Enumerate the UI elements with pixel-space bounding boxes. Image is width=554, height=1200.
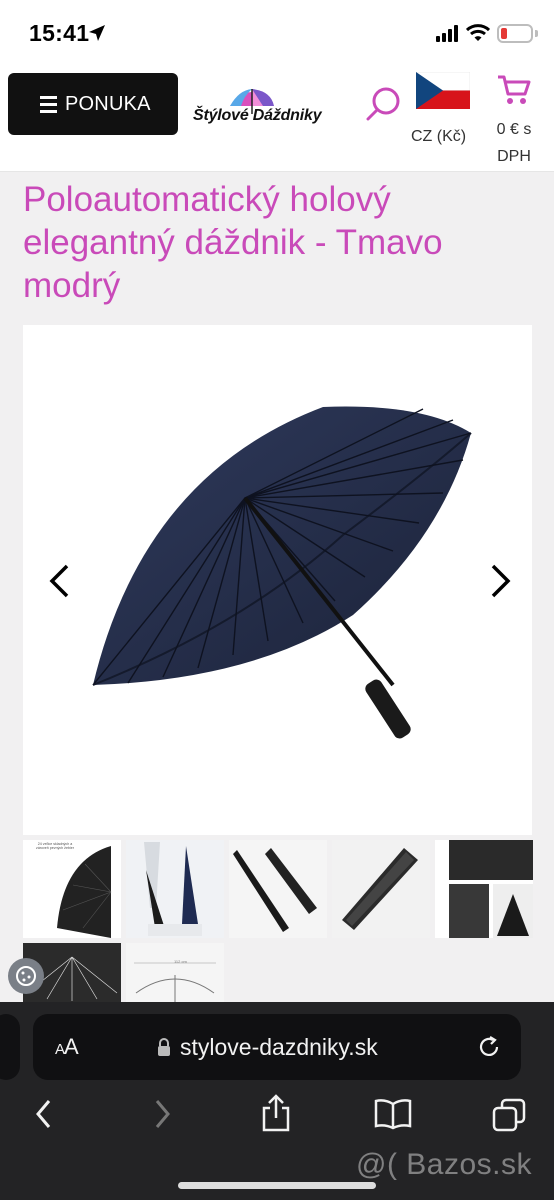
status-bar: 15:41 [0,0,554,66]
reload-icon[interactable] [477,1035,501,1059]
thumbnail-1-image [57,846,112,938]
status-time: 15:41 [29,20,90,46]
watermark: @( Bazos.sk [356,1148,532,1181]
thumbnail-1-caption: 24 veľice skladných a zároveň pevných že… [36,842,74,851]
thumbnail-3-image [229,840,327,938]
cart-total[interactable]: 0 € s DPH [488,116,540,170]
menu-button[interactable]: PONUKA [8,73,178,135]
thumbnail-4-image [332,840,430,938]
product-content: Poloautomatický holový elegantný dáždnik… [0,172,554,1041]
currency-label[interactable]: CZ (Kč) [411,128,466,146]
umbrella-photo [92,406,472,739]
signal-icon [436,25,458,42]
forward-icon[interactable] [152,1098,172,1130]
aa-large: A [64,1034,79,1059]
thumbnail-5-image [435,840,533,938]
reader-settings-button[interactable]: AA [55,1034,79,1060]
thumbnail-5[interactable] [435,840,533,938]
home-indicator [178,1182,376,1189]
aa-small: A [55,1041,65,1058]
browser-toolbar: AA stylove-dazdniky.sk @(Bazos.sk [0,1002,554,1200]
hamburger-icon [40,95,57,113]
cart-icon[interactable] [497,74,531,106]
product-title: Poloautomatický holový elegantný dáždnik… [23,180,443,305]
search-icon[interactable] [366,86,402,122]
location-arrow-icon [89,25,105,41]
site-header: PONUKA Štýlové Dáždniky CZ (Kč) 0 € s DP… [0,66,554,172]
site-logo[interactable]: Štýlové Dáždniky [193,86,333,136]
menu-label: PONUKA [65,92,151,115]
battery-cap [535,30,538,37]
back-icon[interactable] [34,1098,54,1130]
lock-icon [158,1038,170,1056]
chevron-right-icon[interactable] [489,563,513,599]
wifi-icon [466,24,490,41]
tabs-icon[interactable] [492,1098,526,1132]
thumbnail-2[interactable] [126,840,224,938]
czech-flag-icon[interactable] [416,72,470,109]
thumbnail-3[interactable] [229,840,327,938]
thumbnail-2-image [126,840,224,938]
product-main-image[interactable] [23,325,532,835]
battery-icon [497,24,533,43]
cookie-glyph [16,966,36,986]
chevron-left-icon[interactable] [47,563,71,599]
thumbnail-4[interactable] [332,840,430,938]
previous-tab-peek[interactable] [0,1014,20,1080]
share-icon[interactable] [260,1094,292,1132]
url-text[interactable]: stylove-dazdniky.sk [180,1034,378,1061]
bookmarks-icon[interactable] [374,1098,412,1130]
cookie-icon[interactable] [8,958,44,994]
logo-text: Štýlové Dáždniky [193,107,322,124]
address-bar[interactable]: AA stylove-dazdniky.sk [33,1014,521,1080]
thumbnail-7-dimension: 112 cm [174,959,187,964]
thumbnail-1[interactable]: 24 veľice skladných a zároveň pevných že… [23,840,121,938]
browser-nav-toolbar [0,1094,554,1138]
